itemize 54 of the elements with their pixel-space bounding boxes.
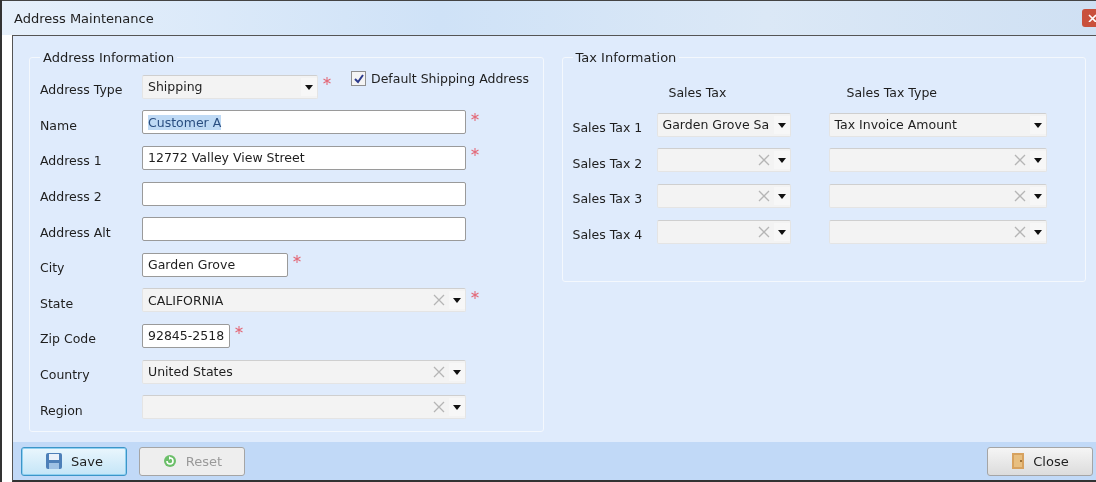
close-icon [1088,14,1096,22]
combo-field[interactable] [142,395,466,420]
combo-field[interactable] [656,219,791,244]
save-button[interactable]: Save [21,446,127,476]
text-field[interactable] [142,181,466,206]
door-icon [1011,452,1026,470]
field-label: Sales Tax 1 [572,119,644,136]
window-title: Address Maintenance [14,10,154,26]
field-label: Country [40,366,91,383]
combo-field[interactable] [828,184,1047,208]
text-field[interactable] [142,217,466,242]
field-label: State [40,294,75,311]
column-header: Sales Tax Type [845,83,939,100]
dropdown-field[interactable]: Shipping [142,74,318,99]
refresh-icon [161,453,178,469]
text-field[interactable]: Garden Grove [142,252,288,277]
checkbox-label: Default Shipping Address [371,71,529,86]
clear-icon[interactable] [1013,190,1026,202]
combo-field[interactable]: Tax Invoice Amount [828,112,1047,137]
field-label: Sales Tax 3 [572,190,644,207]
group-title: Tax Information [574,50,678,65]
field-label: Zip Code [40,330,97,347]
field-label: Sales Tax 2 [572,154,644,171]
clear-icon[interactable] [433,365,445,378]
clear-icon[interactable] [757,225,770,238]
combo-field[interactable]: Garden Grove Sa [656,112,791,137]
clear-icon[interactable] [433,294,445,307]
field-label: Sales Tax 4 [572,226,644,243]
clear-icon[interactable] [757,190,770,202]
clear-icon[interactable] [757,154,770,167]
close-window-button[interactable] [1082,9,1096,27]
field-label: City [40,259,66,276]
combo-field[interactable] [828,148,1047,173]
clear-icon[interactable] [1013,154,1026,167]
combo-field[interactable] [828,219,1047,244]
field-label: Region [40,401,84,418]
text-field[interactable]: 92845-2518 [142,323,230,348]
field-label: Address 2 [40,188,103,205]
combo-field[interactable] [656,148,791,173]
field-label: Name [40,116,78,133]
combo-field[interactable] [656,184,791,208]
column-header: Sales Tax [667,83,728,100]
close-button[interactable]: Close [987,446,1093,476]
combo-field[interactable]: CALIFORNIA [142,288,466,313]
clear-icon[interactable] [1013,225,1026,238]
checkbox[interactable] [351,71,366,86]
text-field[interactable]: Customer A [142,110,466,135]
clear-icon[interactable] [433,401,445,414]
field-label: Address Type [40,81,124,98]
combo-field[interactable]: United States [142,359,466,384]
group-title: Address Information [42,50,176,65]
field-label: Address 1 [40,152,103,169]
field-label: Address Alt [40,223,112,240]
text-field[interactable]: 12772 Valley View Street [142,146,466,170]
